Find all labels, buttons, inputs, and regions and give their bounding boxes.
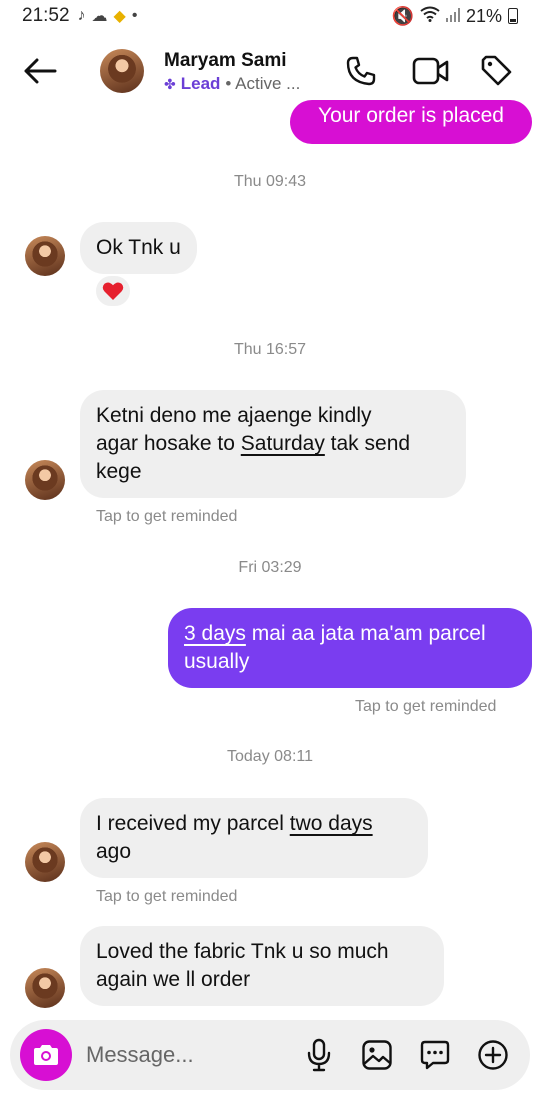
message-text: Your order is placed — [317, 104, 504, 127]
message-line: I received my parcel two days — [96, 812, 373, 835]
message-line: kege — [96, 460, 142, 483]
image-icon — [362, 1040, 392, 1070]
tag-icon — [481, 55, 512, 86]
gallery-button[interactable] — [360, 1038, 394, 1072]
camera-button[interactable] — [20, 1029, 72, 1081]
contact-status: ✤ Lead • Active ... — [164, 74, 300, 94]
date-link[interactable]: Saturday — [241, 432, 325, 455]
message-line: Loved the fabric Tnk u so much — [96, 940, 389, 963]
active-status: • Active ... — [225, 74, 301, 93]
wifi-icon — [420, 6, 440, 27]
tag-button[interactable] — [480, 54, 514, 88]
lead-label[interactable]: Lead — [181, 74, 221, 94]
message-line: usually — [184, 650, 250, 673]
more-options-button[interactable] — [476, 1038, 510, 1072]
video-call-button[interactable] — [412, 54, 450, 88]
status-time: 21:52 — [22, 5, 70, 26]
dot-icon: • — [131, 7, 138, 24]
battery-percent: 21% — [465, 5, 502, 26]
arrow-left-icon — [24, 58, 57, 84]
timestamp: Fri 03:29 — [238, 559, 302, 576]
cloud-icon: ☁ — [91, 8, 108, 25]
message-input[interactable] — [86, 1039, 286, 1071]
chat-bubble-icon — [420, 1040, 450, 1070]
sticker-button[interactable] — [418, 1038, 452, 1072]
chat-header: Maryam Sami ✤ Lead • Active ... — [0, 40, 540, 104]
message-line: agar hosake to Saturday tak send — [96, 432, 411, 455]
message-text: Ok Tnk u — [96, 236, 181, 259]
timestamp: Today 08:11 — [227, 748, 313, 765]
sender-avatar[interactable] — [25, 968, 65, 1008]
tiktok-icon: ♪ — [77, 7, 86, 24]
back-button[interactable] — [20, 54, 60, 88]
contact-name[interactable]: Maryam Sami — [164, 50, 287, 72]
heart-icon — [102, 282, 124, 300]
timestamp: Thu 16:57 — [233, 341, 307, 358]
message-bubble-outgoing[interactable]: Your order is placed — [290, 100, 532, 144]
date-link[interactable]: two days — [290, 812, 373, 835]
plus-circle-icon — [478, 1040, 508, 1070]
message-bubble-incoming[interactable]: Ok Tnk u — [80, 222, 197, 274]
reminder-hint[interactable]: Tap to get reminded — [355, 698, 496, 716]
voice-message-button[interactable] — [302, 1038, 336, 1072]
reminder-hint[interactable]: Tap to get reminded — [96, 888, 237, 906]
phone-icon — [346, 56, 376, 86]
message-line: again we ll order — [96, 968, 251, 991]
message-line: 3 days mai aa jata ma'am parcel — [184, 622, 486, 645]
sender-avatar[interactable] — [25, 236, 65, 276]
timestamp: Thu 09:43 — [233, 173, 307, 190]
notification-icons: ♪ ☁ ◆ • — [78, 6, 138, 26]
binance-icon: ◆ — [113, 8, 126, 25]
mute-icon: 🔇 — [391, 5, 414, 26]
microphone-icon — [307, 1038, 331, 1072]
battery-icon — [508, 8, 518, 24]
signal-icon — [445, 6, 460, 27]
lead-icon: ✤ — [164, 75, 176, 92]
message-bubble-incoming[interactable]: Loved the fabric Tnk u so much again we … — [80, 926, 444, 1006]
status-bar: 21:52 ♪ ☁ ◆ • 🔇 21% — [0, 0, 540, 32]
message-bubble-incoming[interactable]: Ketni deno me ajaenge kindly agar hosake… — [80, 390, 466, 498]
date-link[interactable]: 3 days — [184, 622, 246, 645]
message-bubble-outgoing[interactable]: 3 days mai aa jata ma'am parcel usually — [168, 608, 532, 688]
message-bubble-incoming[interactable]: I received my parcel two days ago — [80, 798, 428, 878]
call-button[interactable] — [344, 54, 378, 88]
reminder-hint[interactable]: Tap to get reminded — [96, 508, 237, 526]
status-right: 🔇 21% — [392, 6, 518, 27]
message-line: Ketni deno me ajaenge kindly — [96, 404, 372, 427]
contact-avatar[interactable] — [100, 49, 144, 93]
sender-avatar[interactable] — [25, 842, 65, 882]
camera-icon — [34, 1045, 58, 1065]
sender-avatar[interactable] — [25, 460, 65, 500]
message-composer — [10, 1020, 530, 1090]
message-line: ago — [96, 840, 132, 863]
heart-reaction[interactable] — [94, 274, 132, 308]
video-camera-icon — [412, 57, 449, 85]
